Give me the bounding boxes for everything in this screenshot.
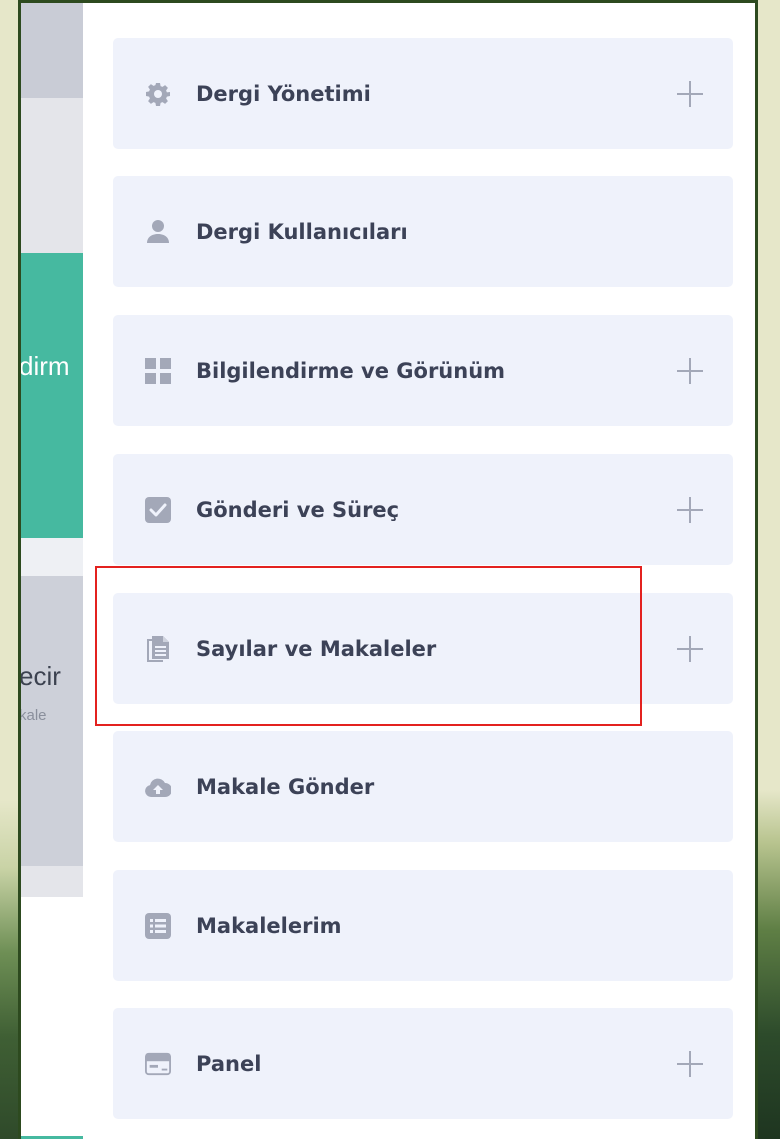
menu-item-dergi-yonetimi[interactable]: Dergi Yönetimi: [113, 38, 733, 149]
menu-item-label: Gönderi ve Süreç: [196, 497, 400, 522]
menu-item-label: Panel: [196, 1051, 262, 1076]
background-page: dirm ecir kale: [21, 3, 83, 1139]
menu-item-sayilar-makaleler[interactable]: Sayılar ve Makaleler: [113, 593, 733, 704]
menu-item-label: Sayılar ve Makaleler: [196, 636, 437, 661]
panel-icon: [145, 1051, 171, 1077]
menu-item-label: Bilgilendirme ve Görünüm: [196, 358, 506, 383]
user-icon: [145, 219, 171, 245]
grid-icon: [145, 357, 171, 384]
menu-item-makale-gonder[interactable]: Makale Gönder: [113, 731, 733, 842]
checkbox-icon: [145, 496, 171, 523]
expand-plus-icon[interactable]: [677, 496, 703, 523]
background-text-fragment: dirm: [19, 351, 70, 381]
expand-plus-icon[interactable]: [677, 635, 703, 662]
expand-plus-icon[interactable]: [677, 80, 703, 107]
menu-item-makalelerim[interactable]: Makalelerim: [113, 870, 733, 981]
cloud-upload-icon: [145, 774, 171, 800]
menu-item-gonderi-surec[interactable]: Gönderi ve Süreç: [113, 454, 733, 565]
background-text-fragment: kale: [19, 707, 47, 724]
gear-icon: [145, 81, 171, 107]
list-icon: [145, 912, 171, 939]
menu-item-dergi-kullanicilari[interactable]: Dergi Kullanıcıları: [113, 176, 733, 287]
menu-item-bilgilendirme[interactable]: Bilgilendirme ve Görünüm: [113, 315, 733, 426]
side-menu: Dergi Yönetimi Dergi Kullanıcıları Bilgi…: [83, 3, 755, 1139]
background-text-fragment: ecir: [19, 661, 61, 691]
menu-item-panel[interactable]: Panel: [113, 1008, 733, 1119]
menu-item-label: Makalelerim: [196, 913, 342, 938]
menu-item-label: Dergi Kullanıcıları: [196, 219, 408, 244]
expand-plus-icon[interactable]: [677, 357, 703, 384]
documents-icon: [145, 635, 171, 662]
menu-item-label: Dergi Yönetimi: [196, 81, 371, 106]
screenshot-frame: dirm ecir kale Dergi Yönetimi Dergi Kull…: [18, 0, 758, 1139]
expand-plus-icon[interactable]: [677, 1050, 703, 1077]
foliage-decoration-right: [756, 790, 780, 1139]
menu-item-label: Makale Gönder: [196, 774, 375, 799]
